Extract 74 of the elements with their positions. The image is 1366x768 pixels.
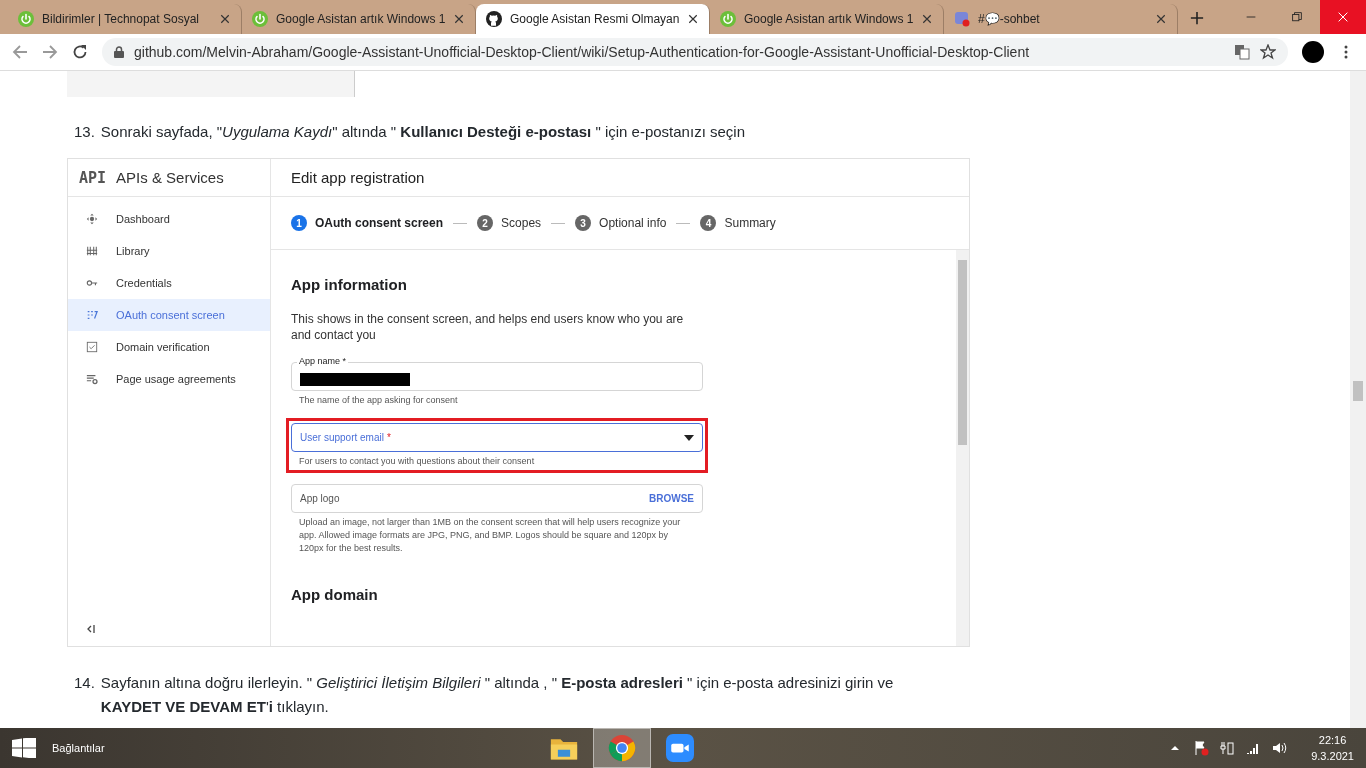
section-heading: App domain	[291, 586, 379, 603]
close-icon[interactable]	[219, 13, 231, 25]
step-label[interactable]: OAuth consent screen	[315, 216, 444, 230]
scrollbar[interactable]	[956, 250, 969, 646]
browser-tab[interactable]: Google Asistan artık Windows 1	[710, 4, 944, 34]
new-tab-icon[interactable]	[1190, 11, 1204, 25]
browser-tab[interactable]: Google Asistan Resmi Olmayan	[476, 4, 710, 34]
translate-icon[interactable]	[1234, 44, 1250, 60]
battery-plug-icon[interactable]	[1219, 740, 1236, 756]
list-number: 13.	[74, 122, 95, 142]
nav-item[interactable]: OAuth consent screen	[68, 299, 270, 331]
restore-icon[interactable]	[1292, 12, 1302, 22]
section-heading: App information	[291, 276, 408, 293]
close-icon[interactable]	[921, 13, 933, 25]
power-icon	[18, 11, 34, 27]
api-logo: API	[79, 168, 107, 187]
caret-icon	[684, 434, 694, 441]
chrome-icon[interactable]	[607, 734, 636, 762]
step-label[interactable]: Scopes	[501, 216, 542, 230]
file-field[interactable]: App logo BROWSE	[291, 484, 703, 513]
power-icon	[720, 11, 736, 27]
star-icon[interactable]	[1260, 44, 1276, 60]
scrollbar[interactable]	[1350, 71, 1366, 728]
browser-tab[interactable]: Bildirimler | Technopat Sosyal	[8, 4, 242, 34]
close-icon[interactable]	[453, 13, 465, 25]
github-icon	[486, 11, 502, 27]
section-description: This shows in the consent screen, and helps end users know who you are and contact you	[291, 311, 685, 343]
browser-tab[interactable]: Google Asistan artık Windows 1	[242, 4, 476, 34]
browser-tab[interactable]: #💬-sohbet	[944, 4, 1178, 34]
console-title: APIs & Services	[116, 169, 224, 186]
collapse-icon[interactable]	[86, 624, 96, 634]
browse-button[interactable]: BROWSE	[649, 493, 694, 504]
step-label[interactable]: Optional info	[599, 216, 667, 230]
lock-icon	[114, 46, 124, 58]
instruction-text: Sayfanın altına doğru ilerleyin. " Geliştirici İletişim Bilgileri " altında , " E-posta adresleri " için e-posta adresinizi girin ve KAYDET VE DEVAM ET'i tıklayın.	[100, 673, 895, 717]
list-number: 14.	[74, 673, 95, 693]
nav-item[interactable]: Dashboard	[68, 203, 270, 235]
volume-icon[interactable]	[1271, 740, 1288, 756]
page-header: Edit app registration	[290, 168, 425, 188]
profile-avatar[interactable]	[1302, 41, 1324, 63]
power-icon	[252, 11, 268, 27]
step-number: 4	[700, 215, 717, 231]
instruction-text: Sonraki sayfada, "Uygulama Kaydı" altında " Kullanıcı Desteği e-postası " için e-postanızı seçin	[100, 122, 745, 142]
step-number: 1	[291, 215, 307, 231]
close-icon[interactable]	[687, 13, 699, 25]
step-number: 3	[575, 215, 592, 231]
back-icon[interactable]	[12, 44, 28, 60]
forward-icon[interactable]	[42, 44, 58, 60]
address-bar[interactable]: github.com/Melvin-Abraham/Google-Assistant-Unofficial-Desktop-Client/wiki/Setup-Authentication-for-Google-Assistant-Unofficial-Desktop-Client	[102, 38, 1288, 66]
helper-text: Upload an image, not larger than 1MB on the consent screen that will help users recognize your app. Allowed image formats are JPG, PNG, and BMP. Logos should be square and 120px by 120px for the best results.	[298, 516, 682, 555]
flag-icon[interactable]	[1193, 740, 1210, 756]
chat-icon	[954, 11, 970, 27]
nav-item[interactable]: Credentials	[68, 267, 270, 299]
move-icon	[86, 213, 98, 225]
checkbox-icon	[86, 341, 98, 353]
toolbar-label[interactable]: Bağlantılar	[52, 742, 105, 754]
video-camera-icon[interactable]	[665, 734, 694, 762]
key-icon	[86, 277, 98, 289]
nav-item[interactable]: Library	[68, 235, 270, 267]
windows-start-icon[interactable]	[12, 738, 36, 758]
close-window-icon[interactable]	[1338, 12, 1348, 22]
list-gear-icon	[86, 373, 98, 385]
step-number: 2	[477, 215, 494, 231]
reload-icon[interactable]	[72, 44, 88, 60]
close-icon[interactable]	[1155, 13, 1167, 25]
nav-item[interactable]: Domain verification	[68, 331, 270, 363]
dropdown-field[interactable]: User support email *	[291, 423, 703, 452]
nav-item[interactable]: Page usage agreements	[68, 363, 270, 395]
helper-text: The name of the app asking for consent	[298, 394, 459, 407]
helper-text: For users to contact you with questions about their consent	[298, 455, 536, 468]
clock[interactable]: 22:16 9.3.2021	[1311, 732, 1354, 764]
library-icon	[86, 245, 98, 257]
step-label[interactable]: Summary	[724, 216, 776, 230]
list-icon	[86, 309, 98, 321]
